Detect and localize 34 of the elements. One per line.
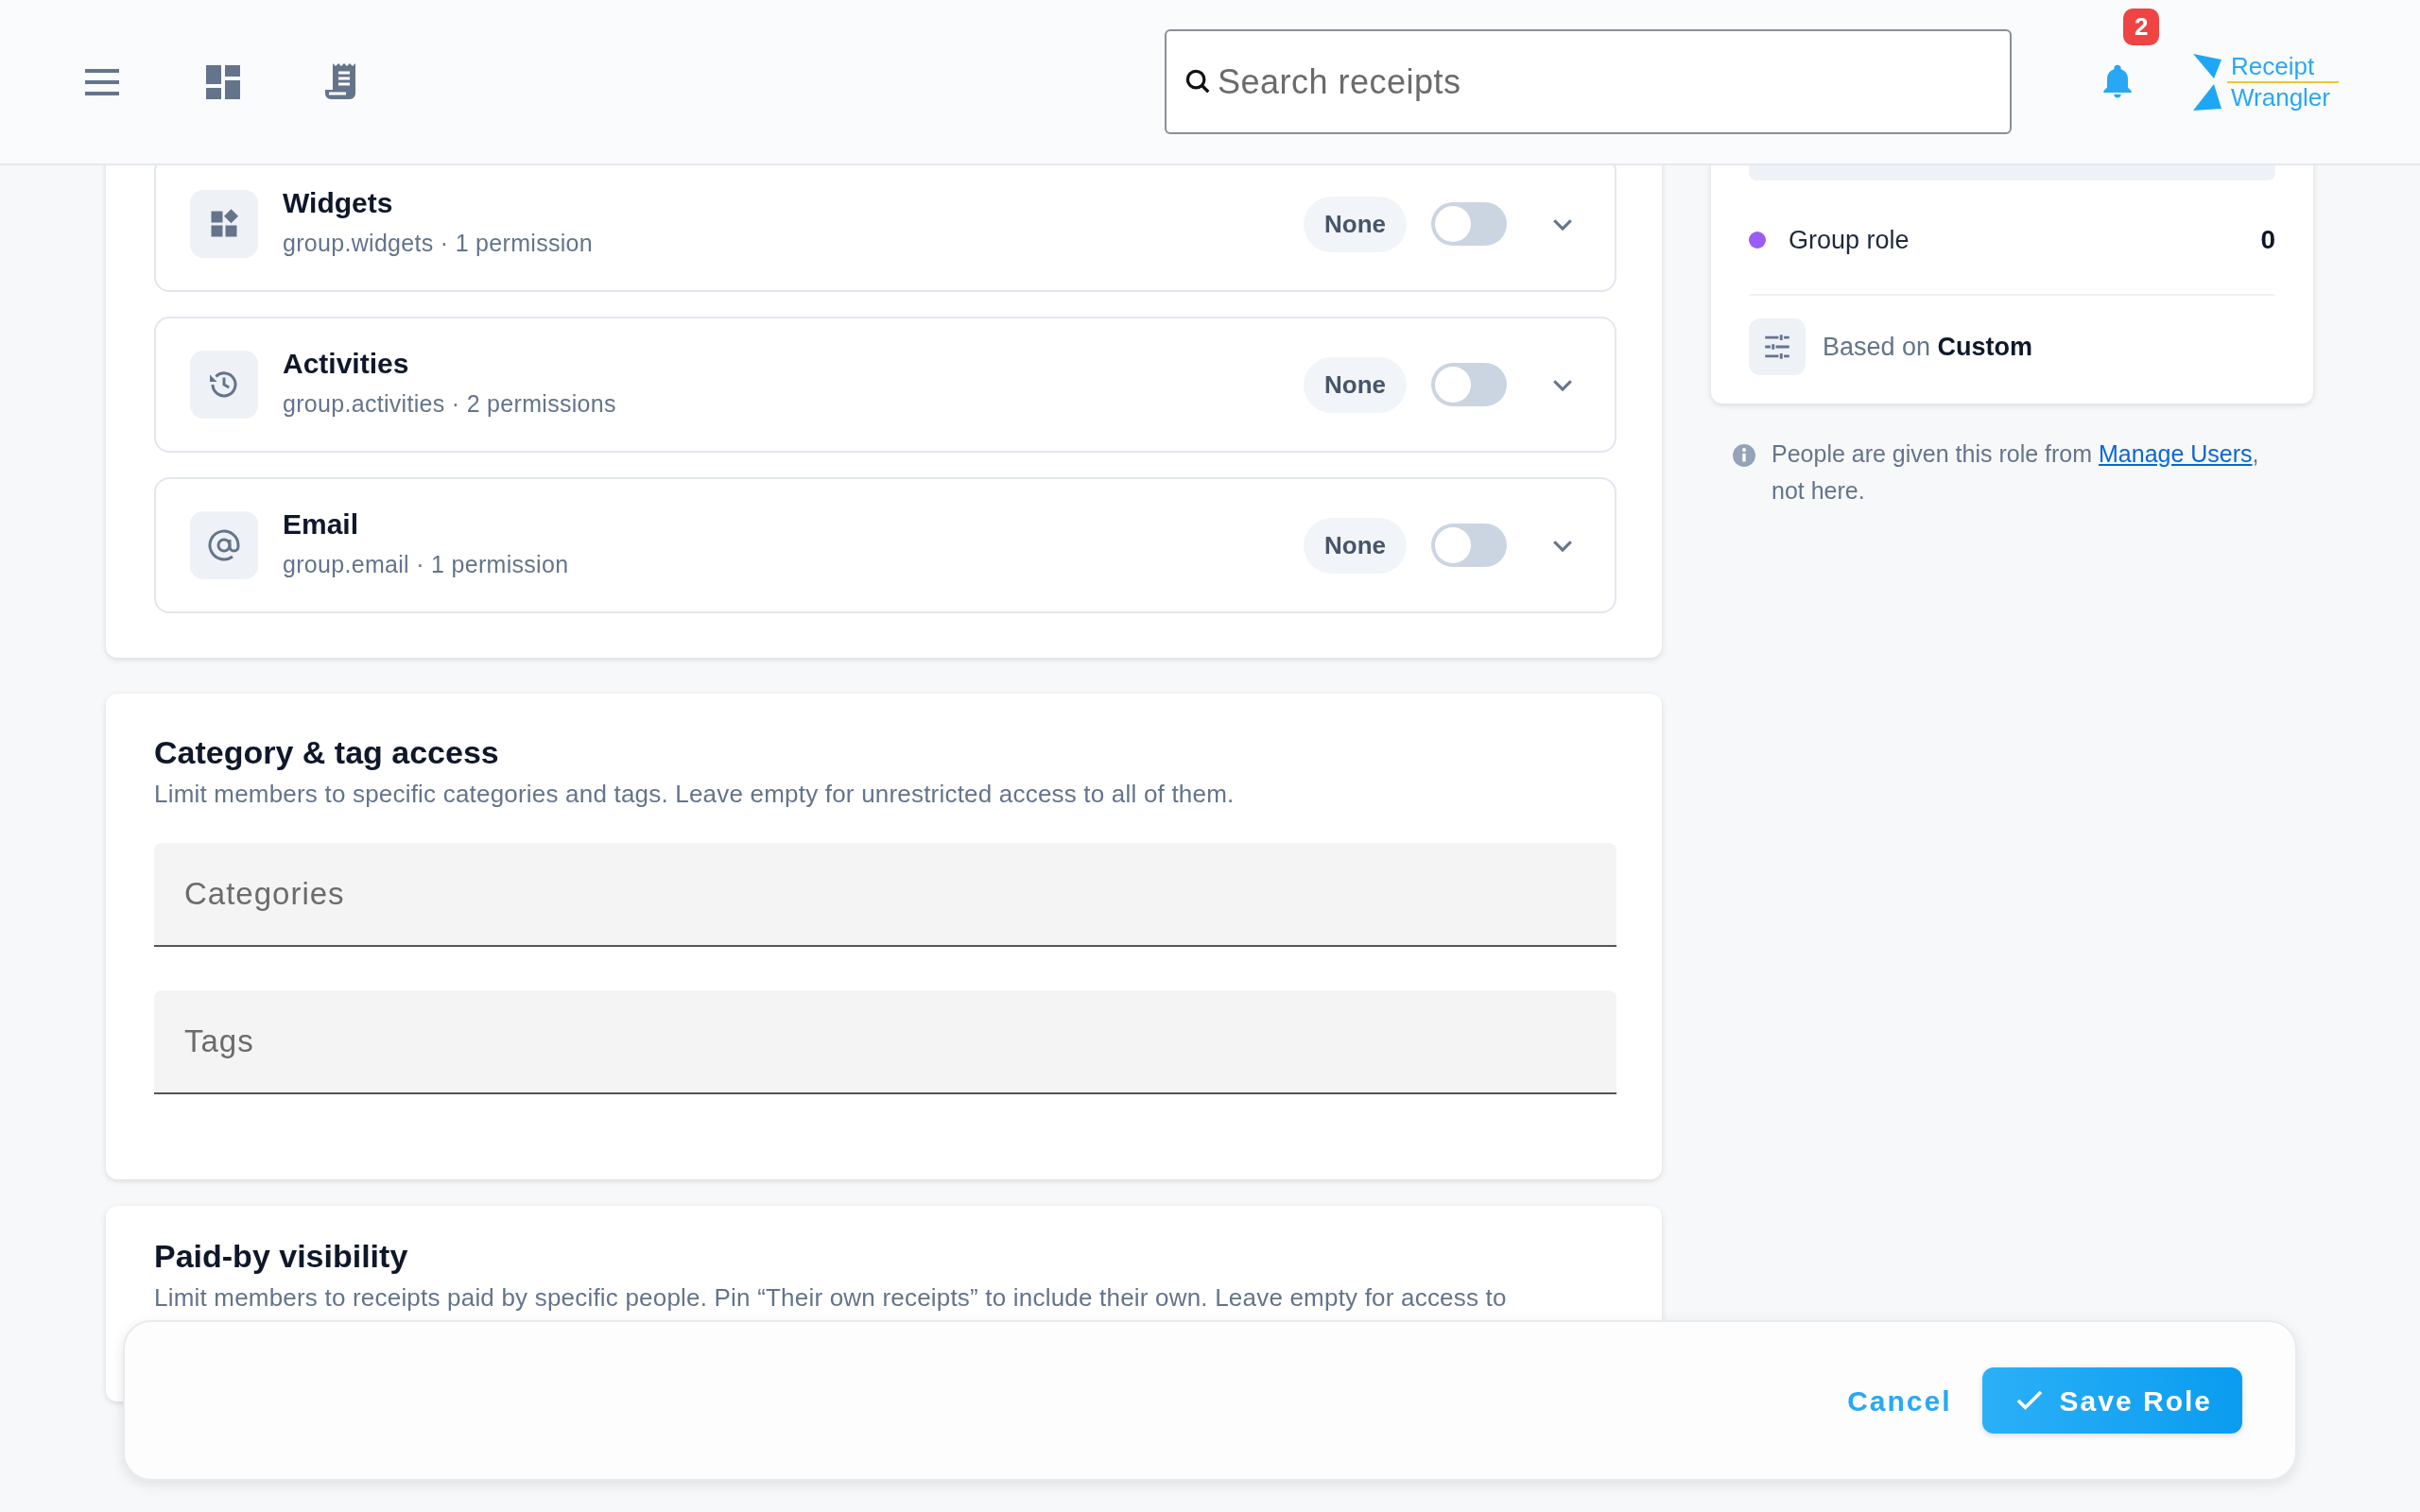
section-title: Paid-by visibility xyxy=(154,1236,409,1276)
section-description: Limit members to specific categories and tags. Leave empty for unrestricted access to all of them. xyxy=(154,778,1236,810)
sliders-icon xyxy=(1749,318,1806,375)
section-description: Limit members to receipts paid by specific people. Pin “Their own receipts” to include their own. Leave empty for access to xyxy=(154,1281,1508,1314)
at-sign-icon xyxy=(190,511,258,579)
history-icon xyxy=(190,351,258,419)
group-title: Email xyxy=(283,507,360,542)
logo-text: Wrangler xyxy=(2231,81,2330,112)
legend-label: Group role xyxy=(1789,224,1910,256)
input-field[interactable]: Categories xyxy=(154,842,1616,947)
toggle-switch[interactable] xyxy=(1431,524,1507,567)
access-level-pill: None xyxy=(1304,196,1407,252)
group-subtitle: group.email · 1 permission xyxy=(283,550,569,580)
widgets-icon xyxy=(190,190,258,258)
input-field[interactable]: Tags xyxy=(154,989,1616,1094)
group-title: Activities xyxy=(283,347,410,382)
cancel-button[interactable]: Cancel xyxy=(1847,1369,1952,1432)
logo-text: Receipt xyxy=(2231,51,2316,82)
info-icon xyxy=(1732,443,1756,468)
section-title: Category & tag access xyxy=(154,733,500,772)
search-field[interactable]: Search receipts xyxy=(1165,29,2012,134)
legend-count: 0 xyxy=(2260,224,2275,256)
notification-badge: 2 xyxy=(2123,8,2160,45)
group-title: Widgets xyxy=(283,186,394,221)
group-subtitle: group.widgets · 1 permission xyxy=(283,229,593,259)
save-button[interactable]: Save Role xyxy=(1981,1367,2242,1434)
based-on-text: Based on Custom xyxy=(1823,331,2033,363)
access-level-pill: None xyxy=(1304,356,1407,413)
toggle-switch[interactable] xyxy=(1431,363,1507,406)
access-level-pill: None xyxy=(1304,517,1407,574)
info-note: People are given this role from Manage Users, not here. xyxy=(1772,439,2260,506)
group-subtitle: group.activities · 2 permissions xyxy=(283,389,616,420)
manage-users-link[interactable]: Manage Users xyxy=(2099,440,2253,467)
toggle-switch[interactable] xyxy=(1431,202,1507,246)
